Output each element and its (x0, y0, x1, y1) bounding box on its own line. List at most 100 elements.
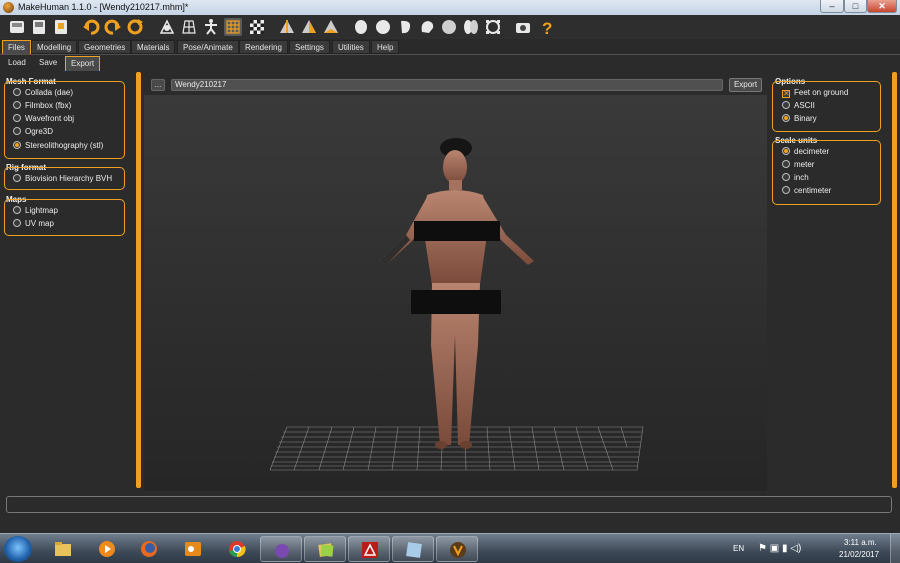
minimize-button[interactable]: – (820, 0, 844, 13)
files-icon[interactable] (304, 536, 346, 562)
3d-viewport[interactable] (144, 95, 767, 491)
close-button[interactable]: ✕ (867, 0, 897, 13)
mesh-format-option-selected[interactable]: Stereolithography (stl) (13, 140, 103, 152)
svg-text:?: ? (542, 19, 552, 36)
radio-checked-icon (13, 141, 21, 149)
format-option-selected[interactable]: Binary (782, 113, 817, 125)
purple-app-icon[interactable] (260, 536, 302, 562)
tray-icons[interactable]: ⚑ ▣ ▮ ◁) (758, 543, 801, 554)
subtab-export[interactable]: Export (65, 56, 101, 71)
explorer-icon[interactable] (42, 536, 84, 562)
tab-utilities[interactable]: Utilities (332, 40, 370, 54)
help-icon[interactable]: ? (538, 18, 556, 36)
outlook-icon[interactable] (172, 536, 214, 562)
checkbox-checked-icon: ✕ (782, 89, 790, 98)
export-icon[interactable] (52, 18, 70, 36)
subtab-load[interactable]: Load (3, 56, 31, 71)
front-view-icon[interactable] (278, 18, 296, 36)
rotate-icon[interactable] (462, 18, 480, 36)
top-view-icon[interactable] (322, 18, 340, 36)
format-option[interactable]: ASCII (782, 100, 815, 112)
mesh-format-option[interactable]: Wavefront obj (13, 113, 74, 125)
start-button[interactable] (4, 536, 32, 562)
makehuman-app-icon[interactable] (3, 2, 14, 13)
frame-icon[interactable] (484, 18, 502, 36)
sphere-icon[interactable] (374, 18, 392, 36)
firefox-icon[interactable] (128, 536, 170, 562)
skeleton-icon[interactable] (440, 18, 458, 36)
maps-option[interactable]: UV map (13, 218, 54, 230)
load-icon[interactable] (30, 18, 48, 36)
radio-icon (13, 114, 21, 122)
radio-icon (13, 88, 21, 96)
left-panel-scrollbar[interactable] (136, 72, 141, 488)
browse-button[interactable]: ... (151, 79, 165, 91)
maps-option[interactable]: Lightmap (13, 205, 58, 217)
scale-unit-option[interactable]: meter (782, 159, 814, 171)
save-icon[interactable] (8, 18, 26, 36)
window-title: MakeHuman 1.1.0 - [Wendy210217.mhm]* (18, 2, 189, 12)
tab-files[interactable]: Files (2, 40, 31, 54)
scale-unit-option[interactable]: inch (782, 172, 809, 184)
radio-checked-icon (782, 147, 790, 155)
clock-date[interactable]: 21/02/2017 (839, 550, 879, 559)
sub-tabs: Load Save Export (0, 54, 900, 71)
pose-icon[interactable] (202, 18, 220, 36)
human-model-render (269, 138, 644, 471)
radio-icon (782, 186, 790, 194)
redo-icon[interactable] (104, 18, 122, 36)
scale-unit-option[interactable]: centimeter (782, 185, 831, 197)
wireframe-icon[interactable] (180, 18, 198, 36)
tab-materials[interactable]: Materials (131, 40, 176, 54)
toolbar: ? (0, 15, 900, 39)
maximize-button[interactable]: □ (844, 0, 867, 13)
reset-icon[interactable] (126, 18, 144, 36)
screenshot-icon[interactable] (514, 18, 532, 36)
tab-help[interactable]: Help (371, 40, 400, 54)
export-button[interactable]: Export (729, 78, 762, 92)
radio-icon (13, 206, 21, 214)
grid-icon[interactable] (224, 18, 242, 36)
makehuman-window: MakeHuman 1.1.0 - [Wendy210217.mhm]* – □… (0, 0, 900, 563)
filename-input[interactable]: Wendy210217 (171, 79, 723, 91)
makehuman-icon[interactable] (436, 536, 478, 562)
censor-bar (414, 221, 500, 241)
status-bar (6, 496, 892, 513)
notes-icon[interactable] (392, 536, 434, 562)
scale-unit-option-selected[interactable]: decimeter (782, 146, 829, 158)
right-panel-scrollbar[interactable] (892, 72, 897, 488)
show-desktop-button[interactable] (890, 534, 900, 563)
title-bar: MakeHuman 1.1.0 - [Wendy210217.mhm]* – □… (0, 0, 900, 15)
ground-grid (269, 426, 644, 471)
clock-time[interactable]: 3:11 a.m. (844, 538, 877, 547)
mesh-format-option[interactable]: Collada (dae) (13, 87, 73, 99)
language-indicator[interactable]: EN (733, 544, 744, 553)
radio-icon (13, 127, 21, 135)
feet-on-ground-checkbox[interactable]: ✕ Feet on ground (782, 87, 848, 99)
radio-icon (13, 174, 21, 182)
windows-taskbar: EN ⚑ ▣ ▮ ◁) 3:11 a.m. 21/02/2017 (0, 533, 900, 563)
chrome-icon[interactable] (216, 536, 258, 562)
checker-icon[interactable] (248, 18, 266, 36)
side-view-icon[interactable] (300, 18, 318, 36)
undo-icon[interactable] (82, 18, 100, 36)
subtab-save[interactable]: Save (34, 56, 62, 71)
rig-format-option[interactable]: Biovision Hierarchy BVH (13, 173, 112, 185)
tab-settings[interactable]: Settings (289, 40, 330, 54)
human-figure (380, 138, 534, 449)
face-icon[interactable] (352, 18, 370, 36)
media-player-icon[interactable] (86, 536, 128, 562)
censor-bar (411, 290, 501, 314)
radio-icon (13, 219, 21, 227)
tab-rendering[interactable]: Rendering (239, 40, 288, 54)
head-icon[interactable] (418, 18, 436, 36)
radio-icon (782, 160, 790, 168)
smooth-icon[interactable] (158, 18, 176, 36)
tab-modelling[interactable]: Modelling (31, 40, 78, 54)
mesh-format-option[interactable]: Ogre3D (13, 126, 53, 138)
profile-icon[interactable] (396, 18, 414, 36)
tab-geometries[interactable]: Geometries (78, 40, 132, 54)
acrobat-icon[interactable] (348, 536, 390, 562)
mesh-format-option[interactable]: Filmbox (fbx) (13, 100, 71, 112)
tab-pose-animate[interactable]: Pose/Animate (177, 40, 239, 54)
